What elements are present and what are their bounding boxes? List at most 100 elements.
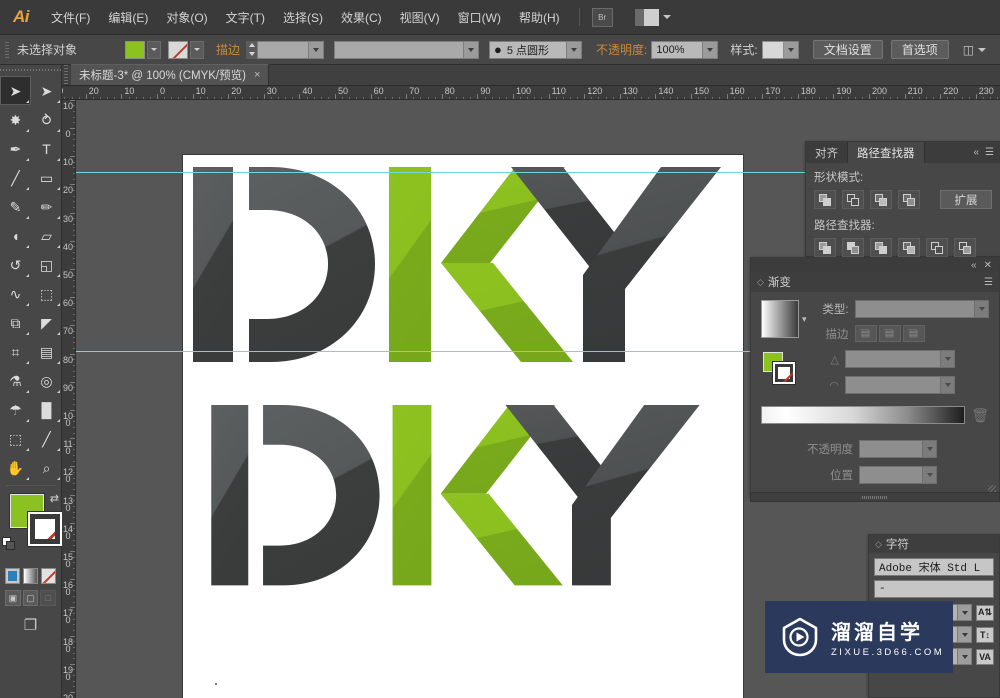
gradient-aspect-chevron-down-icon[interactable] xyxy=(941,376,955,394)
minus-front-button[interactable] xyxy=(842,190,864,209)
artboard-tool[interactable]: ⬚ xyxy=(0,424,31,453)
menu-effect[interactable]: 效果(C) xyxy=(332,0,391,35)
style-swatch[interactable] xyxy=(761,40,784,59)
selection-tool[interactable]: ➤ xyxy=(0,76,31,105)
normal-screen-mode-icon[interactable]: ▣ xyxy=(5,590,21,606)
rotate-tool[interactable]: ↺ xyxy=(0,250,31,279)
mesh-tool[interactable]: ⌗ xyxy=(0,337,31,366)
gradient-opacity-input[interactable] xyxy=(859,440,923,458)
type-tool[interactable]: T xyxy=(31,134,62,163)
gradient-angle-input[interactable] xyxy=(845,350,941,368)
stroke-gradient-along-icon[interactable]: ▤ xyxy=(878,325,901,342)
lasso-tool[interactable]: ⥁ xyxy=(31,105,62,134)
eyedropper-tool[interactable]: ⚗ xyxy=(0,366,31,395)
gradient-location-chevron-down-icon[interactable] xyxy=(923,466,937,484)
logo-artwork-top[interactable] xyxy=(193,167,733,367)
horizontal-ruler[interactable]: 3020100102030405060708090100110120130140… xyxy=(62,86,1000,100)
none-button[interactable] xyxy=(41,568,56,584)
collapse-icon[interactable]: « xyxy=(971,260,977,271)
panel-menu-icon[interactable]: ☰ xyxy=(985,147,994,158)
font-family-input[interactable]: Adobe 宋体 Std L xyxy=(874,558,994,576)
gradient-aspect-input[interactable] xyxy=(845,376,941,394)
menu-window[interactable]: 窗口(W) xyxy=(449,0,510,35)
menu-file[interactable]: 文件(F) xyxy=(42,0,99,35)
zoom-tool[interactable]: ⌕ xyxy=(31,453,62,482)
magic-wand-tool[interactable]: ✸ xyxy=(0,105,31,134)
expand-button[interactable]: 扩展 xyxy=(940,190,992,209)
brush-definition-group[interactable]: ● 5 点圆形 xyxy=(489,40,583,59)
logo-artwork-bottom[interactable] xyxy=(191,405,731,590)
rectangle-tool[interactable]: ▭ xyxy=(31,163,62,192)
gradient-fill-stroke-proxy[interactable] xyxy=(761,352,801,396)
stroke-profile-chevron-down-icon[interactable] xyxy=(464,40,480,59)
opacity-chevron-down-icon[interactable] xyxy=(703,40,719,59)
stroke-profile-group[interactable] xyxy=(334,40,480,59)
close-icon[interactable]: × xyxy=(254,69,260,81)
scale-tool[interactable]: ◱ xyxy=(31,250,62,279)
color-button[interactable] xyxy=(5,568,20,584)
hand-tool[interactable]: ✋ xyxy=(0,453,31,482)
bridge-icon[interactable]: Br xyxy=(591,7,613,27)
font-style-input[interactable]: - xyxy=(874,580,994,598)
opacity-group[interactable]: 100% xyxy=(651,40,719,59)
shape-builder-tool[interactable]: ⧉ xyxy=(0,308,31,337)
full-screen-menubar-icon[interactable]: ▢ xyxy=(22,590,39,606)
document-tab[interactable]: 未标题-3* @ 100% (CMYK/预览) × xyxy=(71,64,270,85)
width-tool[interactable]: ∿ xyxy=(0,279,31,308)
menu-edit[interactable]: 编辑(E) xyxy=(99,0,157,35)
tools-panel-grip[interactable] xyxy=(0,65,61,76)
gradient-button[interactable] xyxy=(23,568,38,584)
kerning-chevron-down-icon[interactable] xyxy=(958,648,972,665)
tab-pathfinder[interactable]: 路径查找器 xyxy=(848,142,925,163)
gradient-preview-swatch[interactable] xyxy=(761,300,799,338)
menu-help[interactable]: 帮助(H) xyxy=(510,0,569,35)
font-size-chevron-down-icon[interactable] xyxy=(958,604,972,621)
screen-mode-icon[interactable]: ❐ xyxy=(24,616,37,634)
arrange-documents-icon[interactable] xyxy=(634,8,659,26)
blend-tool[interactable]: ◎ xyxy=(31,366,62,395)
vertical-ruler[interactable]: 10 0 10 20 30 40 50 60 70 80 90 100 110 120 130 140 150 1… xyxy=(62,100,76,698)
perspective-grid-tool[interactable]: ◤ xyxy=(31,308,62,337)
control-bar-grip[interactable] xyxy=(3,39,12,60)
default-fill-stroke-icon[interactable] xyxy=(2,537,16,551)
gradient-slider[interactable] xyxy=(761,406,966,424)
vertical-scale-icon[interactable]: T↕ xyxy=(976,626,994,643)
preferences-button[interactable]: 首选项 xyxy=(890,40,949,59)
trim-button[interactable] xyxy=(842,238,864,257)
crop-button[interactable] xyxy=(898,238,920,257)
pen-tool[interactable]: ✒ xyxy=(0,134,31,163)
artboard[interactable] xyxy=(183,155,743,698)
stroke-chevron-down-icon[interactable] xyxy=(190,40,204,59)
tab-align[interactable]: 对齐 xyxy=(806,142,848,163)
stroke-gradient-across-icon[interactable]: ▤ xyxy=(902,325,925,342)
collapse-icon[interactable]: « xyxy=(973,147,979,158)
blob-brush-tool[interactable]: ◖ xyxy=(0,221,31,250)
symbol-sprayer-tool[interactable]: ☂ xyxy=(0,395,31,424)
close-icon[interactable]: ✕ xyxy=(984,260,992,271)
menu-view[interactable]: 视图(V) xyxy=(391,0,449,35)
gradient-panel-footer[interactable] xyxy=(750,492,1000,502)
free-transform-tool[interactable]: ⬚ xyxy=(31,279,62,308)
stroke-weight-group[interactable] xyxy=(246,40,325,59)
gradient-tool[interactable]: ▤ xyxy=(31,337,62,366)
control-bar-overflow[interactable]: ◫ xyxy=(963,43,987,57)
full-screen-icon[interactable]: □ xyxy=(40,590,57,606)
tab-grip[interactable] xyxy=(62,64,71,85)
menu-type[interactable]: 文字(T) xyxy=(217,0,274,35)
direct-selection-tool[interactable]: ➤ xyxy=(31,76,62,105)
gradient-chevron-down-icon[interactable]: ▾ xyxy=(802,314,807,325)
line-segment-tool[interactable]: ╱ xyxy=(0,163,31,192)
column-graph-tool[interactable]: █ xyxy=(31,395,62,424)
change-screen-mode[interactable]: ❐ xyxy=(0,616,61,634)
stroke-weight-input[interactable] xyxy=(257,40,310,59)
stroke-color-swatch[interactable] xyxy=(168,40,188,59)
menu-object[interactable]: 对象(O) xyxy=(157,0,216,35)
leading-icon[interactable]: A⇅ xyxy=(976,604,994,621)
fill-chevron-down-icon[interactable] xyxy=(147,40,161,59)
swap-fill-stroke-icon[interactable]: ⇄ xyxy=(50,492,59,505)
unite-button[interactable] xyxy=(814,190,836,209)
gradient-type-input[interactable] xyxy=(854,300,975,318)
stroke-gradient-within-icon[interactable]: ▤ xyxy=(854,325,877,342)
paintbrush-tool[interactable]: ✎ xyxy=(0,192,31,221)
intersect-button[interactable] xyxy=(870,190,892,209)
